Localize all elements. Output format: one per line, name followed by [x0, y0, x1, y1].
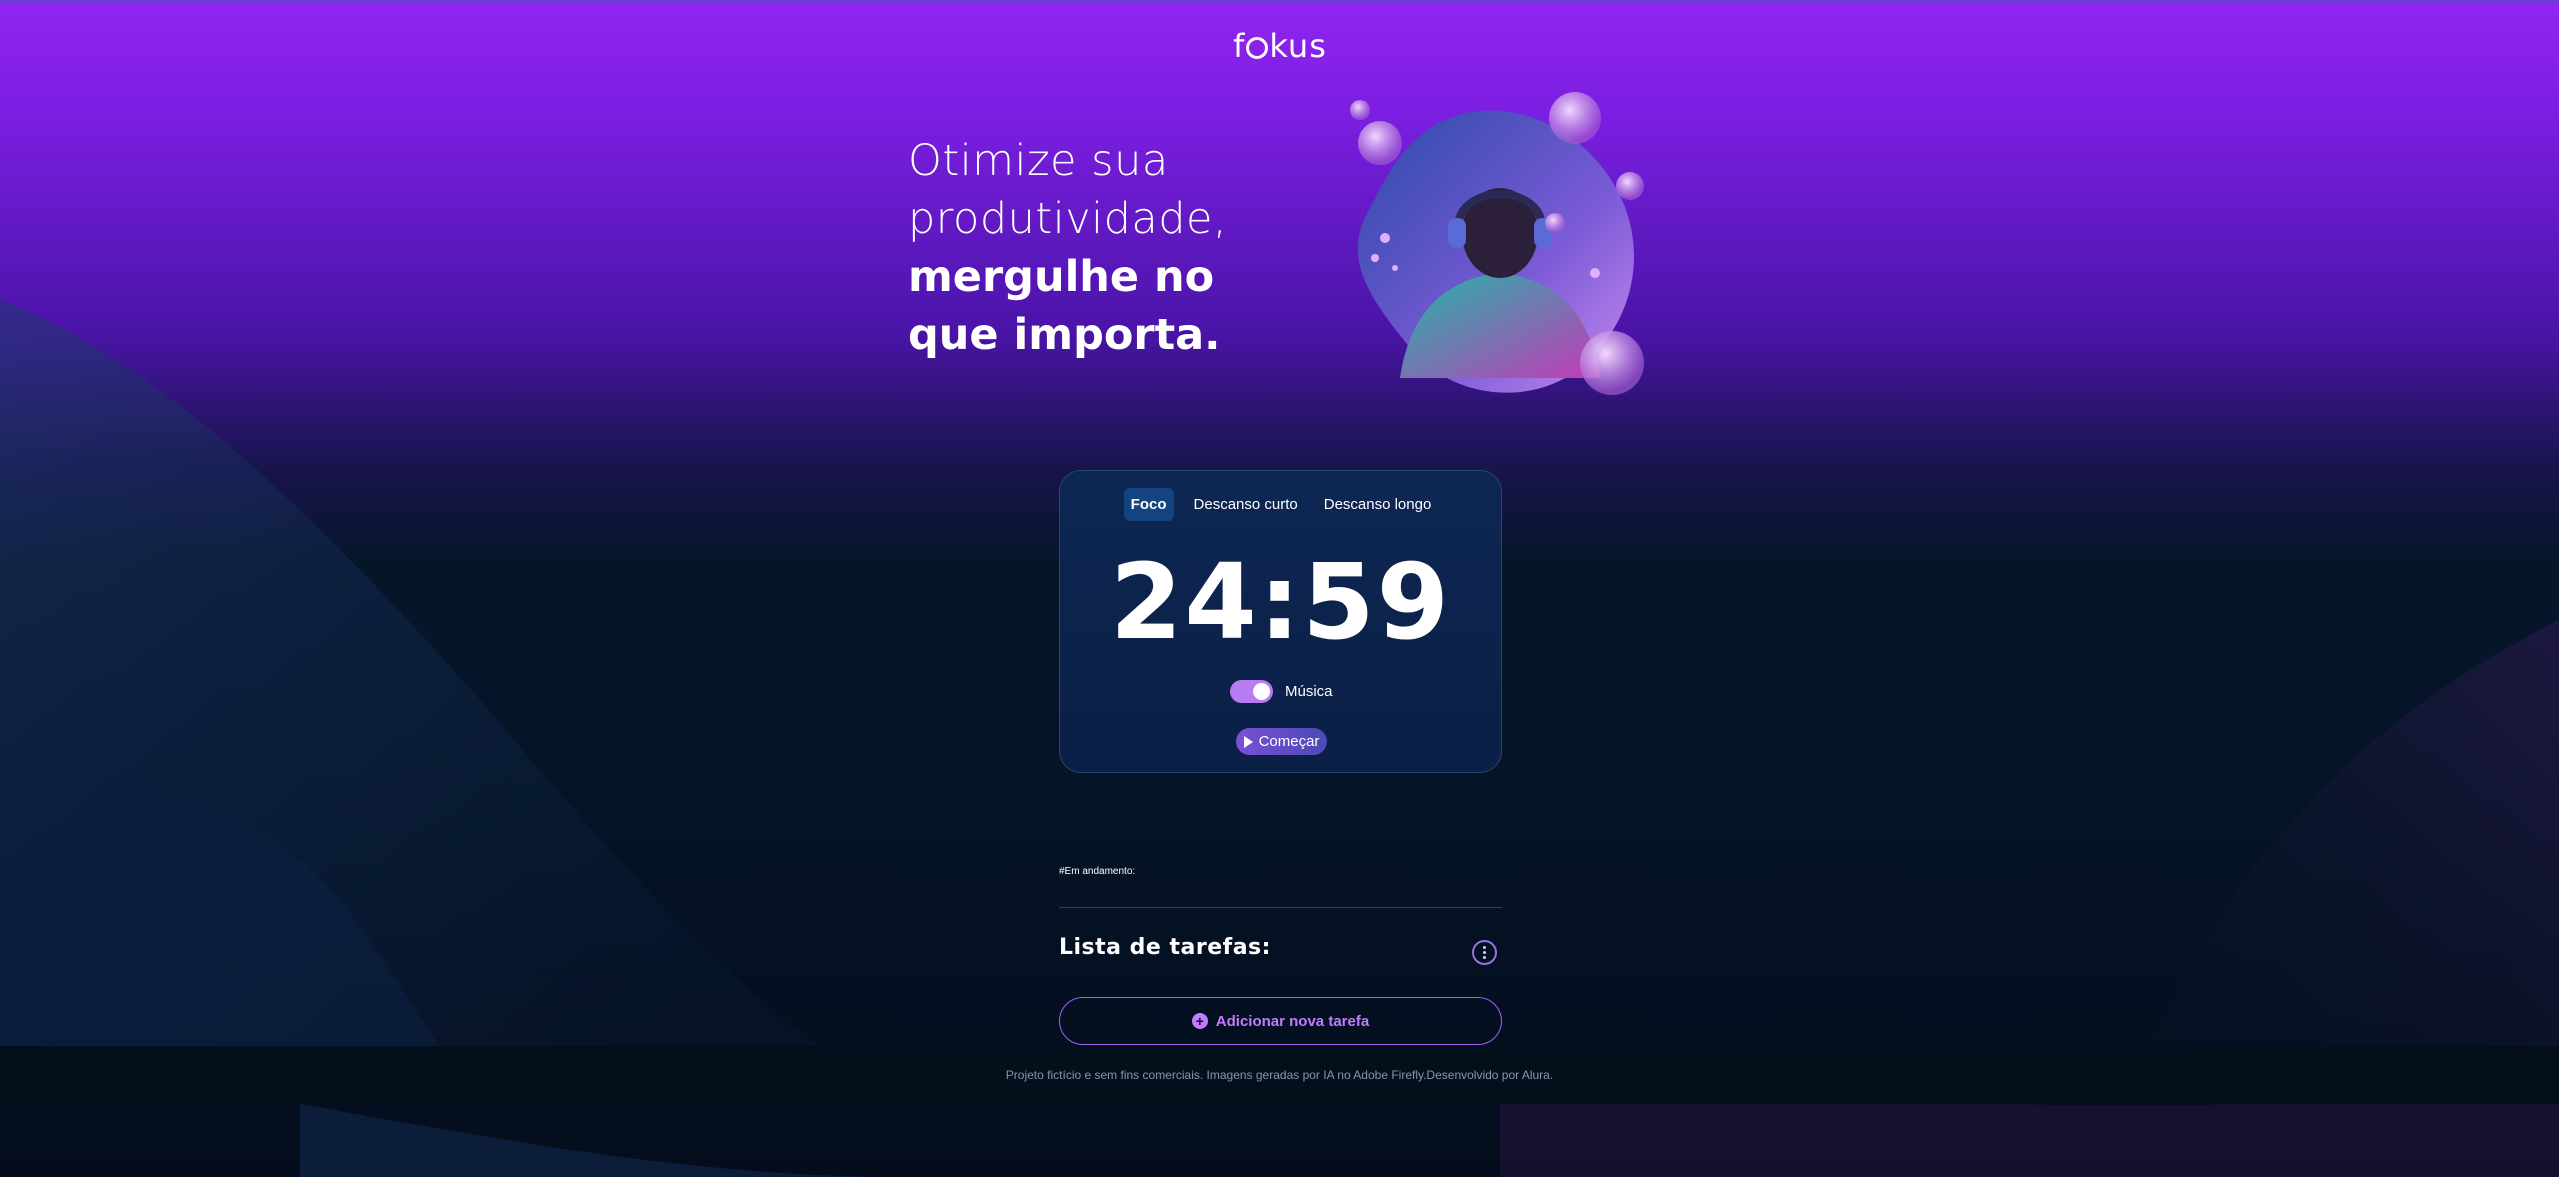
music-label: Música: [1285, 683, 1333, 700]
footer: Projeto fictício e sem fins comerciais. …: [0, 1046, 2559, 1104]
timer-card: Foco Descanso curto Descanso longo 24:59…: [1059, 470, 1502, 773]
fokus-logo: fokus fkus: [1233, 27, 1327, 65]
hero-illustration: [1350, 92, 1644, 395]
section-divider: [1059, 907, 1502, 908]
start-button-label: Começar: [1258, 733, 1320, 750]
add-task-label: Adicionar nova tarefa: [1215, 1012, 1370, 1030]
headline-line-1: Otimize sua: [908, 136, 1169, 186]
top-border: [0, 0, 2559, 3]
plus-circle-icon: +: [1191, 1013, 1208, 1029]
headline-line-4: que importa.: [908, 310, 1221, 360]
start-button[interactable]: Começar: [1236, 728, 1327, 755]
play-icon: [1243, 735, 1253, 748]
headline-line-2: produtividade,: [908, 194, 1228, 244]
headline-line-3: mergulhe no: [908, 252, 1215, 302]
tab-descanso-longo[interactable]: Descanso longo: [1318, 488, 1438, 521]
tab-descanso-curto[interactable]: Descanso curto: [1188, 488, 1304, 521]
music-toggle[interactable]: [1230, 680, 1273, 703]
in-progress-label: #Em andamento:: [1059, 866, 1136, 877]
more-vertical-icon: [1483, 946, 1486, 959]
music-toggle-row: Música: [1230, 680, 1333, 703]
task-list-title: Lista de tarefas:: [1059, 935, 1271, 960]
timer-mode-tabs: Foco Descanso curto Descanso longo: [1060, 488, 1501, 521]
hero-headline: Otimize sua produtividade, mergulhe no q…: [908, 132, 1328, 364]
tab-foco[interactable]: Foco: [1123, 488, 1174, 521]
footer-text: Projeto fictício e sem fins comerciais. …: [1005, 1068, 1554, 1082]
toggle-knob: [1253, 683, 1270, 700]
timer-display: 24:59: [1109, 541, 1452, 663]
task-menu-button[interactable]: [1472, 940, 1497, 965]
add-task-button[interactable]: + Adicionar nova tarefa: [1059, 997, 1502, 1045]
